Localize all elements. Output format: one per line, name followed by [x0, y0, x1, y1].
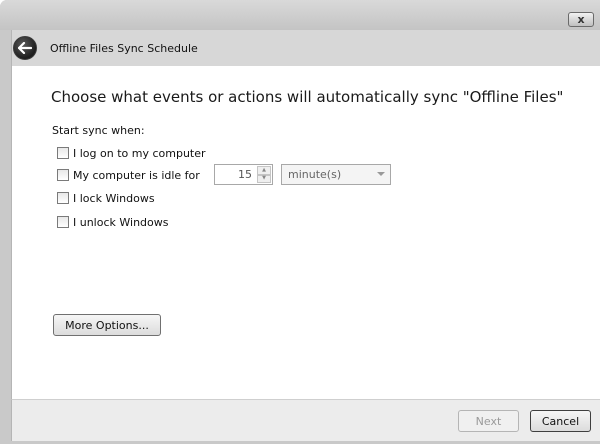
dialog-window: x Offline Files Sync Schedule Choose wha… — [0, 0, 600, 444]
idle-label: My computer is idle for — [73, 168, 200, 182]
lock-label: I lock Windows — [73, 191, 155, 205]
spin-up-icon: ▲ — [262, 166, 266, 173]
spin-up-button[interactable]: ▲ — [257, 166, 271, 175]
chevron-down-icon — [377, 172, 385, 176]
option-unlock[interactable]: I unlock Windows — [57, 214, 169, 230]
unlock-label: I unlock Windows — [73, 215, 169, 229]
lock-checkbox[interactable] — [57, 192, 69, 204]
wizard-footer: Next Cancel — [11, 399, 600, 441]
unlock-checkbox[interactable] — [57, 216, 69, 228]
close-button[interactable]: x — [568, 12, 594, 27]
logon-checkbox[interactable] — [57, 147, 69, 159]
idle-duration-value: 15 — [238, 168, 252, 181]
title-bar: x — [0, 0, 600, 30]
option-lock[interactable]: I lock Windows — [57, 190, 155, 206]
spin-down-button[interactable]: ▼ — [257, 174, 271, 183]
back-arrow-icon — [18, 42, 32, 54]
idle-duration-spinner[interactable]: ▲ ▼ — [257, 166, 271, 183]
cancel-button[interactable]: Cancel — [530, 410, 591, 432]
more-options-button[interactable]: More Options... — [53, 314, 161, 336]
wizard-header: Offline Files Sync Schedule — [11, 30, 600, 66]
idle-checkbox[interactable] — [57, 169, 69, 181]
idle-duration-input[interactable]: 15 ▲ ▼ — [214, 164, 273, 185]
wizard-title: Offline Files Sync Schedule — [50, 42, 198, 55]
next-button[interactable]: Next — [458, 410, 519, 432]
spin-down-icon: ▼ — [262, 175, 266, 182]
idle-unit-value: minute(s) — [288, 168, 342, 181]
page-heading: Choose what events or actions will autom… — [51, 88, 564, 106]
content-panel: Choose what events or actions will autom… — [11, 66, 600, 399]
back-button[interactable] — [13, 36, 37, 60]
option-logon[interactable]: I log on to my computer — [57, 145, 206, 161]
close-icon: x — [577, 13, 585, 26]
option-idle[interactable]: My computer is idle for — [57, 167, 200, 183]
start-sync-label: Start sync when: — [52, 124, 145, 137]
idle-unit-dropdown[interactable]: minute(s) — [281, 164, 391, 185]
logon-label: I log on to my computer — [73, 146, 206, 160]
